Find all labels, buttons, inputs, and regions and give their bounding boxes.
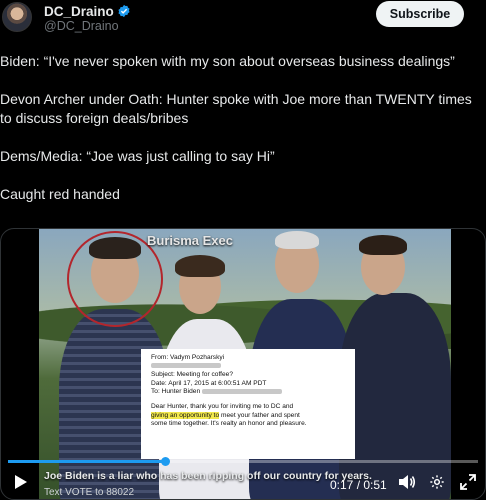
email-body-line2: giving an opportunity to meet your fathe…: [151, 411, 300, 419]
time-display: 0:17 / 0:51: [330, 478, 387, 492]
video-caption: Joe Biden is a liar who has been ripping…: [44, 470, 372, 482]
person-hair: [359, 235, 407, 255]
tweet-paragraph: Devon Archer under Oath: Hunter spoke wi…: [0, 91, 472, 126]
play-icon[interactable]: [14, 474, 28, 490]
overlay-title: Burisma Exec: [147, 233, 233, 248]
email-body-line1: Dear Hunter, thank you for inviting me t…: [151, 402, 294, 410]
volume-icon[interactable]: [398, 474, 416, 490]
tweet-text: Biden: “I've never spoken with my son ab…: [0, 52, 486, 223]
avatar[interactable]: [2, 2, 32, 32]
progress-handle[interactable]: [160, 457, 170, 466]
email-screenshot: From: Vadym Pozharskyi Subject: Meeting …: [141, 349, 355, 459]
email-from: From: Vadym Pozharskyi: [151, 354, 225, 361]
current-time: 0:17: [330, 478, 354, 492]
person-hair: [275, 231, 319, 249]
email-to: To: Hunter Biden: [151, 388, 201, 396]
verified-badge-icon: [118, 4, 130, 18]
handle[interactable]: @DC_Draino: [44, 19, 119, 33]
person-hair: [175, 255, 225, 277]
progress-fill: [8, 460, 165, 463]
tweet-paragraph: Dems/Media: “Joe was just calling to say…: [0, 148, 275, 164]
email-body-line3: some time together. It's realty an honor…: [151, 420, 307, 428]
tweet-header: DC_Draino @DC_Draino Subscribe: [0, 0, 486, 40]
email-subject: Subject: Meeting for coffee?: [151, 371, 233, 379]
email-redacted: [151, 363, 345, 372]
email-date: Date: April 17, 2015 at 6:00:51 AM PDT: [151, 379, 267, 387]
settings-gear-icon[interactable]: [429, 474, 445, 490]
email-to-row: To: Hunter Biden: [151, 388, 345, 397]
email-highlight: giving an opportunity to: [151, 411, 220, 419]
person-figure: [339, 293, 451, 499]
display-name[interactable]: DC_Draino: [44, 4, 114, 19]
subscribe-button[interactable]: Subscribe: [376, 1, 464, 27]
tweet-paragraph: Biden: “I've never spoken with my son ab…: [0, 53, 455, 69]
tweet-paragraph: Caught red handed: [0, 186, 120, 202]
duration: 0:51: [363, 478, 387, 492]
progress-bar[interactable]: [8, 457, 478, 466]
video-subcaption: Text VOTE to 88022: [44, 487, 135, 498]
name-row: DC_Draino: [44, 3, 131, 19]
fullscreen-icon[interactable]: [460, 474, 476, 490]
